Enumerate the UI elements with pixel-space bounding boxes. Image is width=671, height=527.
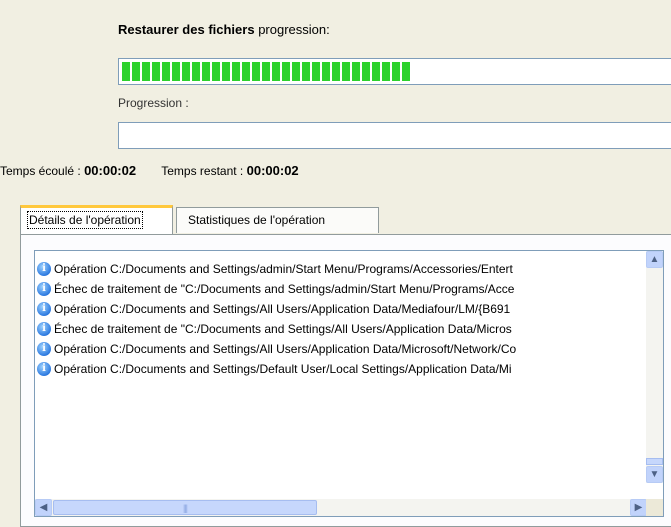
progress-block xyxy=(172,62,180,81)
restore-progress-bar xyxy=(118,58,671,85)
arrow-up-icon[interactable]: ▲ xyxy=(646,251,663,268)
progress-block xyxy=(222,62,230,81)
progress-block xyxy=(122,62,130,81)
restore-title-rest: progression: xyxy=(254,22,330,37)
tab-operation-details-label: Détails de l'opération xyxy=(27,211,143,229)
progress-block xyxy=(322,62,330,81)
arrow-right-icon[interactable]: ▶ xyxy=(630,499,647,516)
log-item[interactable]: i Échec de traitement de "C:/Documents a… xyxy=(37,279,645,299)
progress-block xyxy=(242,62,250,81)
log-item-text: Échec de traitement de "C:/Documents and… xyxy=(54,282,515,296)
progress-block xyxy=(382,62,390,81)
progress-fill xyxy=(122,62,410,81)
scrollbar-corner xyxy=(646,499,663,516)
restore-title-bold: Restaurer des fichiers xyxy=(118,22,255,37)
progress-block xyxy=(202,62,210,81)
progress-block xyxy=(162,62,170,81)
vertical-scrollbar[interactable]: ▲ ▼ xyxy=(646,251,663,483)
progress-block xyxy=(232,62,240,81)
overall-progress-bar xyxy=(118,122,671,149)
horizontal-scrollbar[interactable]: ◀ ||| ▶ xyxy=(35,499,647,516)
info-icon: i xyxy=(37,262,51,276)
progress-block xyxy=(252,62,260,81)
arrow-down-icon[interactable]: ▼ xyxy=(646,466,663,483)
progress-block xyxy=(402,62,410,81)
horizontal-scroll-thumb[interactable]: ||| xyxy=(53,500,317,515)
vertical-scroll-thumb[interactable] xyxy=(646,458,663,465)
progress-block xyxy=(372,62,380,81)
progress-block xyxy=(342,62,350,81)
operation-log-list[interactable]: i Opération C:/Documents and Settings/ad… xyxy=(34,250,664,517)
remaining-label: Temps restant : xyxy=(161,164,244,178)
progress-block xyxy=(272,62,280,81)
log-item[interactable]: i Opération C:/Documents and Settings/ad… xyxy=(37,259,645,279)
info-icon: i xyxy=(37,302,51,316)
progress-block xyxy=(332,62,340,81)
progress-block xyxy=(192,62,200,81)
progress-block xyxy=(262,62,270,81)
log-item[interactable]: i Opération C:/Documents and Settings/De… xyxy=(37,359,645,379)
progression-label: Progression : xyxy=(118,96,189,110)
progress-block xyxy=(302,62,310,81)
progress-block xyxy=(282,62,290,81)
progress-block xyxy=(292,62,300,81)
info-icon: i xyxy=(37,282,51,296)
log-item[interactable]: i Échec de traitement de "C:/Documents a… xyxy=(37,319,645,339)
tab-operation-statistics-label: Statistiques de l'opération xyxy=(188,213,326,227)
log-item[interactable]: i Opération C:/Documents and Settings/Al… xyxy=(37,339,645,359)
tab-operation-details[interactable]: Détails de l'opération xyxy=(20,205,173,234)
progress-block xyxy=(182,62,190,81)
info-icon: i xyxy=(37,322,51,336)
arrow-left-icon[interactable]: ◀ xyxy=(35,499,52,516)
log-item[interactable]: i Opération C:/Documents and Settings/Al… xyxy=(37,299,645,319)
elapsed-value: 00:00:02 xyxy=(84,163,137,178)
progress-block xyxy=(132,62,140,81)
log-item-text: Opération C:/Documents and Settings/Defa… xyxy=(54,362,512,376)
log-item-text: Échec de traitement de "C:/Documents and… xyxy=(54,322,512,336)
progress-block xyxy=(212,62,220,81)
log-item-text: Opération C:/Documents and Settings/All … xyxy=(54,302,511,316)
timing-row: Temps écoulé : 00:00:02 Temps restant : … xyxy=(0,163,321,178)
progress-block xyxy=(152,62,160,81)
log-item-text: Opération C:/Documents and Settings/All … xyxy=(54,342,517,356)
info-icon: i xyxy=(37,362,51,376)
tab-operation-statistics[interactable]: Statistiques de l'opération xyxy=(176,207,379,233)
progress-block xyxy=(352,62,360,81)
progress-block xyxy=(142,62,150,81)
info-icon: i xyxy=(37,342,51,356)
restore-progress-title: Restaurer des fichiers progression: xyxy=(118,22,330,37)
log-item-text: Opération C:/Documents and Settings/admi… xyxy=(54,262,513,276)
remaining-value: 00:00:02 xyxy=(246,163,299,178)
elapsed-label: Temps écoulé : xyxy=(0,164,81,178)
progress-block xyxy=(312,62,320,81)
progress-block xyxy=(362,62,370,81)
progress-block xyxy=(392,62,400,81)
